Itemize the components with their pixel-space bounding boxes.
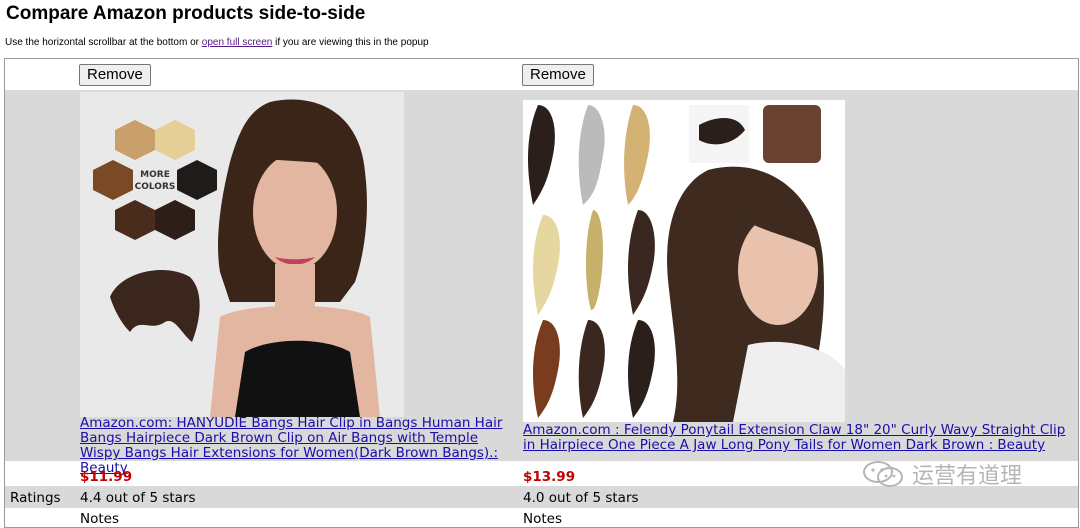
notes-label-1: Notes — [80, 511, 119, 527]
rating-1: 4.4 out of 5 stars — [80, 490, 196, 506]
price-2: $13.99 — [523, 469, 576, 485]
watermark-text: 运营有道理 — [912, 464, 1023, 489]
notes-label-2: Notes — [523, 511, 562, 527]
intro-text: Use the horizontal scrollbar at the bott… — [5, 37, 429, 48]
hair-swatch — [763, 105, 821, 163]
page-title: Compare Amazon products side-to-side — [6, 3, 366, 24]
product-image-1[interactable]: MORE COLORS — [80, 92, 404, 417]
rating-2: 4.0 out of 5 stars — [523, 490, 639, 506]
product-link-2[interactable]: Amazon.com : Felendy Ponytail Extension … — [523, 423, 1075, 453]
swatch-label-colors: COLORS — [135, 182, 176, 192]
wechat-icon — [863, 461, 903, 487]
product-link-1[interactable]: Amazon.com: HANYUDIE Bangs Hair Clip in … — [80, 416, 515, 476]
ratings-label: Ratings — [10, 490, 61, 506]
open-full-screen-link[interactable]: open full screen — [202, 37, 273, 48]
remove-button[interactable]: Remove — [522, 64, 594, 86]
swatch-label-more: MORE — [140, 170, 170, 180]
watermark: 运营有道理 — [862, 458, 1022, 490]
price-1: $11.99 — [80, 469, 133, 485]
remove-button[interactable]: Remove — [79, 64, 151, 86]
bangs-photo-illustration: MORE COLORS — [80, 92, 404, 417]
ponytail-photo-illustration — [523, 100, 845, 422]
product-image-2[interactable] — [523, 100, 845, 422]
ponytail-samples — [528, 105, 655, 418]
model — [210, 99, 380, 417]
intro-before: Use the horizontal scrollbar at the bott… — [5, 37, 202, 48]
intro-after: if you are viewing this in the popup — [272, 37, 429, 48]
